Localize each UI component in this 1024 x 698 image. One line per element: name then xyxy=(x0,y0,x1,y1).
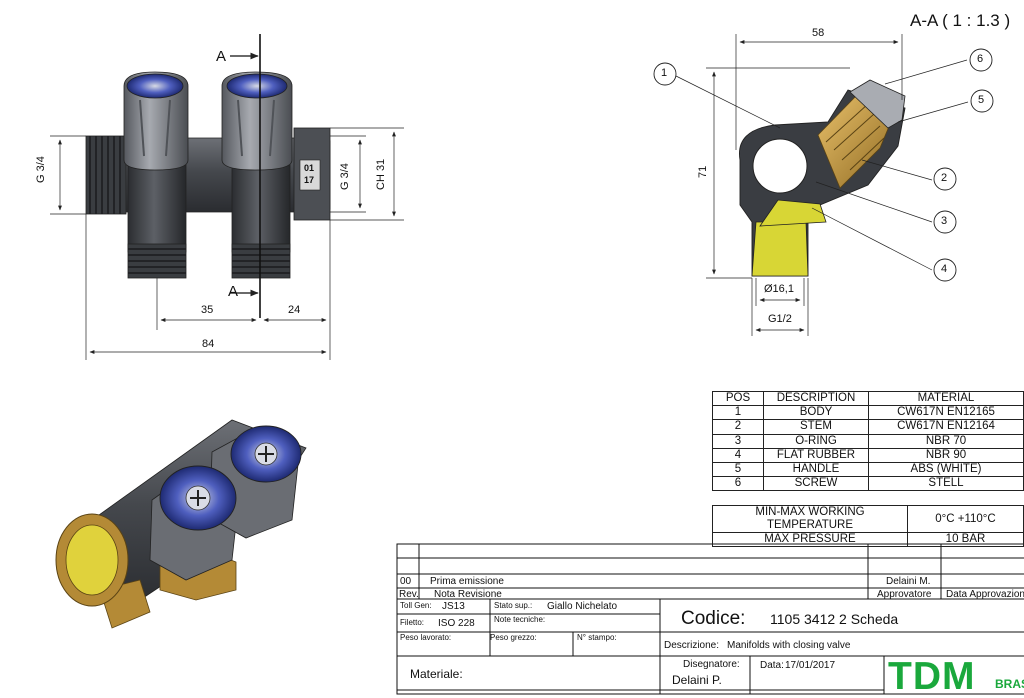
body-mark-2: 17 xyxy=(304,175,315,185)
raw-weight-label: Peso grezzo: xyxy=(490,633,537,642)
technical-drawing: TDM BRASS xyxy=(50,34,1024,698)
dim-pitch: 35 xyxy=(201,304,214,316)
balloon-3: 3 xyxy=(941,215,948,227)
bom-row: 3 O-RING NBR 70 xyxy=(712,433,1024,449)
left-thread xyxy=(85,135,127,215)
rev-approver: Delaini M. xyxy=(886,576,931,587)
description-value: Manifolds with closing valve xyxy=(727,640,851,651)
stem-left xyxy=(127,159,187,253)
bom-row: 4 FLAT RUBBER NBR 90 xyxy=(712,447,1024,463)
dim-length: 84 xyxy=(202,338,215,350)
code-label: Codice: xyxy=(681,608,746,629)
material-label: Materiale: xyxy=(410,667,463,681)
designer-label: Disegnatore: xyxy=(683,659,740,670)
bom-row: 2 STEM CW617N EN12164 xyxy=(712,419,1024,435)
dim-end: 24 xyxy=(288,304,301,316)
date-label: Data: xyxy=(760,660,784,671)
dim-thread-right: G 3/4 xyxy=(339,163,351,190)
spec-row: MIN-MAX WORKING TEMPERATURE 0°C +110°C xyxy=(712,505,1024,533)
designer-value: Delaini P. xyxy=(672,673,722,687)
approval-date-header: Data Approvazione xyxy=(946,589,1024,600)
section-bore xyxy=(752,138,808,194)
mold-label: N° stampo: xyxy=(577,633,617,642)
rev-description: Prima emissione xyxy=(430,576,504,587)
balloon-4: 4 xyxy=(941,263,948,275)
svg-text:TDM: TDM xyxy=(888,655,975,698)
dim-thread-left: G 3/4 xyxy=(35,156,47,183)
bom-row: 6 SCREW STELL xyxy=(712,476,1024,492)
dim-height: 71 xyxy=(697,165,709,178)
front-view xyxy=(50,34,404,360)
surface-label: Stato sup.: xyxy=(494,601,533,610)
balloon-5: 5 xyxy=(978,94,985,106)
dim-bore: Ø16,1 xyxy=(764,283,794,295)
balloon-2: 2 xyxy=(941,172,948,184)
notes-label: Note tecniche: xyxy=(494,615,546,624)
rev-label: Rev. xyxy=(399,589,419,600)
bom-header-row: POS DESCRIPTION MATERIAL xyxy=(712,390,1024,407)
body-mark-1: 01 xyxy=(304,163,315,173)
rev-header: Nota Revisione xyxy=(434,589,502,600)
rev-number: 00 xyxy=(400,576,412,587)
thread-value: ISO 228 xyxy=(438,618,475,629)
knob-left xyxy=(126,73,184,99)
bom-row: 5 HANDLE ABS (WHITE) xyxy=(712,461,1024,478)
stem-right xyxy=(231,159,291,253)
svg-text:BRASS: BRASS xyxy=(995,677,1024,691)
bom-table: POS DESCRIPTION MATERIAL 1 BODY CW617N EN1… xyxy=(712,390,1024,492)
bom-header-pos: POS xyxy=(712,390,764,407)
bottom-thread-left xyxy=(127,243,187,279)
code-value: 1105 3412 2 Scheda xyxy=(770,611,899,627)
section-outlet xyxy=(751,221,809,277)
section-marker-bottom: A xyxy=(228,283,239,300)
iso-view xyxy=(55,419,307,629)
tolerance-value: JS13 xyxy=(442,601,465,612)
section-title: A-A ( 1 : 1.3 ) xyxy=(910,11,1011,30)
thread-label: Filetto: xyxy=(400,618,425,627)
bom-header-material: MATERIAL xyxy=(868,390,1024,407)
dim-width: 58 xyxy=(812,27,825,39)
approver-header: Approvatore xyxy=(877,589,932,600)
dim-hex: CH 31 xyxy=(375,158,387,190)
spec-table: MIN-MAX WORKING TEMPERATURE 0°C +110°C MA… xyxy=(712,505,1024,548)
balloon-1: 1 xyxy=(661,67,668,79)
tdm-logo: TDM BRASS xyxy=(888,655,1024,698)
bottom-thread-right xyxy=(231,243,291,279)
bom-row: 1 BODY CW617N EN12165 xyxy=(712,405,1024,421)
description-label: Descrizione: xyxy=(664,640,720,651)
section-view xyxy=(653,34,994,336)
balloon-6: 6 xyxy=(977,53,984,65)
dim-thread-outlet: G1/2 xyxy=(768,313,792,325)
bom-header-description: DESCRIPTION xyxy=(763,390,869,407)
surface-value: Giallo Nichelato xyxy=(547,601,618,612)
knob-right xyxy=(226,73,288,99)
section-marker-top: A xyxy=(216,48,227,65)
tolerance-label: Toll Gen: xyxy=(400,601,432,610)
spec-row: MAX PRESSURE 10 BAR xyxy=(712,531,1024,548)
worked-weight-label: Peso lavorato: xyxy=(400,633,452,642)
date-value: 17/01/2017 xyxy=(785,660,836,671)
